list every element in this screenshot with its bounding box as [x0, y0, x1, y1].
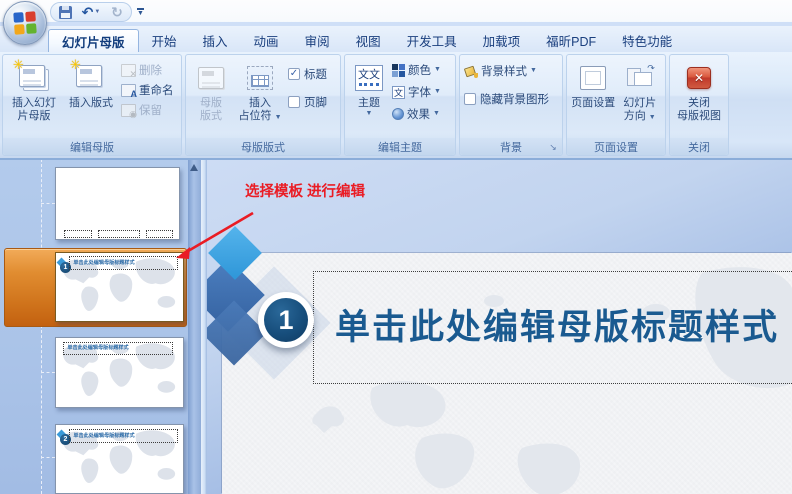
thumbnail-layout-2-selected[interactable]: 1 单击此处编辑母版标题样式 — [55, 252, 184, 322]
insert-layout-button[interactable]: ✳ 插入版式 — [64, 58, 118, 110]
group-page-setup: 页面设置 ↷ 幻灯片 方向 ▼ 页面设置 — [566, 54, 666, 156]
rename-icon: A — [121, 84, 136, 97]
office-logo-icon — [13, 11, 36, 34]
thumb-title-text: 单击此处编辑母版标题样式 — [70, 431, 161, 441]
close-master-view-button[interactable]: ✕ 关闭 母版视图 — [674, 58, 724, 123]
thumb-title-text: 单击此处编辑母版标题样式 — [70, 258, 161, 268]
redo-icon: ↻ — [111, 5, 123, 19]
chevron-down-icon: ▼ — [649, 114, 656, 121]
thumbnail-scrollbar[interactable] — [188, 160, 201, 494]
title-checkbox[interactable]: ✓ 标题 — [288, 66, 327, 82]
thumb-title-text: 单击此处编辑母版标题样式 — [64, 344, 156, 353]
checkbox-unchecked-icon — [464, 93, 476, 105]
checkbox-checked-icon: ✓ — [288, 68, 300, 80]
main-area: 1 单击此处编辑母版标题样式 1 单击 — [0, 160, 792, 494]
master-title-text[interactable]: 单击此处编辑母版标题样式 — [335, 299, 779, 350]
preserve-button: ◉ 保留 — [121, 102, 174, 118]
theme-fonts-button[interactable]: 文 字体 ▼ — [392, 84, 441, 100]
redo-button[interactable]: ↻ — [109, 4, 125, 20]
undo-button[interactable]: ↶▼ — [79, 4, 103, 20]
new-star-icon: ✳ — [70, 58, 81, 71]
ribbon-tab-bar: 幻灯片母版 开始 插入 动画 审阅 视图 开发工具 加载项 福昕PDF 特色功能 — [0, 26, 792, 52]
new-star-icon: ✳ — [13, 58, 24, 71]
slide-canvas[interactable]: 1 单击此处编辑母版标题样式 — [222, 253, 792, 494]
chevron-down-icon: ▼ — [94, 9, 100, 15]
background-styles-icon — [464, 65, 478, 78]
slide-orientation-icon: ↷ — [626, 65, 654, 91]
group-label: 编辑母版 — [3, 138, 181, 155]
tab-developer[interactable]: 开发工具 — [394, 29, 470, 52]
group-label: 页面设置 — [567, 138, 665, 155]
number-badge: 1 — [258, 292, 314, 348]
slide-thumbnail-panel: 1 单击此处编辑母版标题样式 单击此处编辑母版标题样式 2 单击此处编辑母版标题… — [0, 160, 188, 494]
powerpoint-window: ↶▼ ↻ ▼ 幻灯片母版 开始 插入 动画 审阅 视图 开发工具 加载项 福昕P… — [0, 0, 792, 494]
slide-orientation-button[interactable]: ↷ 幻灯片 方向 ▼ — [618, 58, 661, 123]
chevron-down-icon: ▼ — [366, 110, 373, 118]
themes-button[interactable]: 文文 主题 ▼ — [349, 58, 389, 118]
tab-review[interactable]: 审阅 — [292, 29, 343, 52]
page-setup-icon — [580, 66, 606, 90]
insert-slide-master-icon: ✳ — [19, 65, 49, 91]
ribbon: ✳ 插入幻灯 片母版 ✳ 插入版式 ✕ 删除 — [0, 52, 792, 160]
footer-checkbox[interactable]: 页脚 — [288, 94, 327, 110]
close-icon: ✕ — [687, 67, 711, 89]
dialog-launcher-icon[interactable]: ↘ — [547, 141, 559, 153]
delete-button: ✕ 删除 — [121, 62, 174, 78]
rename-button[interactable]: A 重命名 — [121, 82, 174, 98]
panel-splitter[interactable] — [201, 160, 207, 494]
thumbnail-layout-4[interactable]: 2 单击此处编辑母版标题样式 — [55, 424, 184, 494]
quick-access-toolbar: ↶▼ ↻ ▼ — [50, 2, 144, 22]
chevron-down-icon: ▼ — [433, 110, 440, 118]
group-master-layout: 母版 版式 插入 占位符 ▼ ✓ 标题 页脚 — [185, 54, 341, 156]
master-layout-icon — [198, 67, 224, 89]
tab-animation[interactable]: 动画 — [241, 29, 292, 52]
delete-icon: ✕ — [121, 64, 136, 77]
insert-layout-icon: ✳ — [76, 65, 106, 91]
chevron-down-icon: ▼ — [434, 66, 441, 74]
group-label: 关闭 — [670, 138, 728, 155]
group-label: 编辑主题 — [345, 138, 455, 155]
background-styles-button[interactable]: 背景样式 ▼ — [464, 63, 537, 79]
group-edit-master: ✳ 插入幻灯 片母版 ✳ 插入版式 ✕ 删除 — [2, 54, 182, 156]
insert-slide-master-button[interactable]: ✳ 插入幻灯 片母版 — [7, 58, 61, 123]
tab-slide-master[interactable]: 幻灯片母版 — [48, 29, 139, 52]
group-label: 母版版式 — [186, 138, 340, 155]
theme-colors-button[interactable]: 颜色 ▼ — [392, 62, 441, 78]
layout-connector-line — [41, 160, 42, 494]
tab-insert[interactable]: 插入 — [190, 29, 241, 52]
theme-effects-icon — [392, 108, 404, 120]
master-layout-button: 母版 版式 — [190, 58, 232, 123]
annotation-text: 选择模板 进行编辑 — [245, 180, 365, 201]
chevron-down-icon: ▼ — [434, 88, 441, 96]
chevron-down-icon: ▼ — [530, 67, 537, 75]
theme-effects-button[interactable]: 效果 ▼ — [392, 106, 441, 122]
tab-addins[interactable]: 加载项 — [470, 29, 534, 52]
insert-placeholder-icon — [247, 66, 273, 90]
page-setup-button[interactable]: 页面设置 — [571, 58, 615, 110]
save-button[interactable] — [57, 4, 73, 20]
theme-fonts-icon: 文 — [392, 86, 405, 99]
tab-view[interactable]: 视图 — [343, 29, 394, 52]
save-icon — [59, 6, 72, 19]
insert-placeholder-button[interactable]: 插入 占位符 ▼ — [235, 58, 285, 123]
badge-number: 1 — [264, 298, 308, 342]
checkbox-unchecked-icon — [288, 96, 300, 108]
thumbnail-layout-1[interactable] — [55, 167, 180, 240]
group-background: 背景样式 ▼ 隐藏背景图形 背景 ↘ — [459, 54, 563, 156]
office-button[interactable] — [3, 1, 47, 45]
themes-icon: 文文 — [355, 65, 383, 91]
thumbnail-layout-3[interactable]: 单击此处编辑母版标题样式 — [55, 337, 184, 408]
preserve-icon: ◉ — [121, 104, 136, 117]
hide-background-graphics-checkbox[interactable]: 隐藏背景图形 — [464, 91, 549, 107]
scroll-up-icon[interactable] — [190, 164, 198, 171]
group-close: ✕ 关闭 母版视图 关闭 — [669, 54, 729, 156]
theme-colors-icon — [392, 64, 405, 77]
tab-foxit-pdf[interactable]: 福昕PDF — [533, 29, 609, 52]
group-edit-theme: 文文 主题 ▼ 颜色 ▼ 文 字体 ▼ — [344, 54, 456, 156]
tab-home[interactable]: 开始 — [139, 29, 190, 52]
undo-icon: ↶ — [82, 5, 94, 19]
customize-qat-button[interactable]: ▼ — [137, 8, 144, 16]
tab-special-features[interactable]: 特色功能 — [609, 29, 685, 52]
chevron-down-icon: ▼ — [275, 114, 282, 121]
